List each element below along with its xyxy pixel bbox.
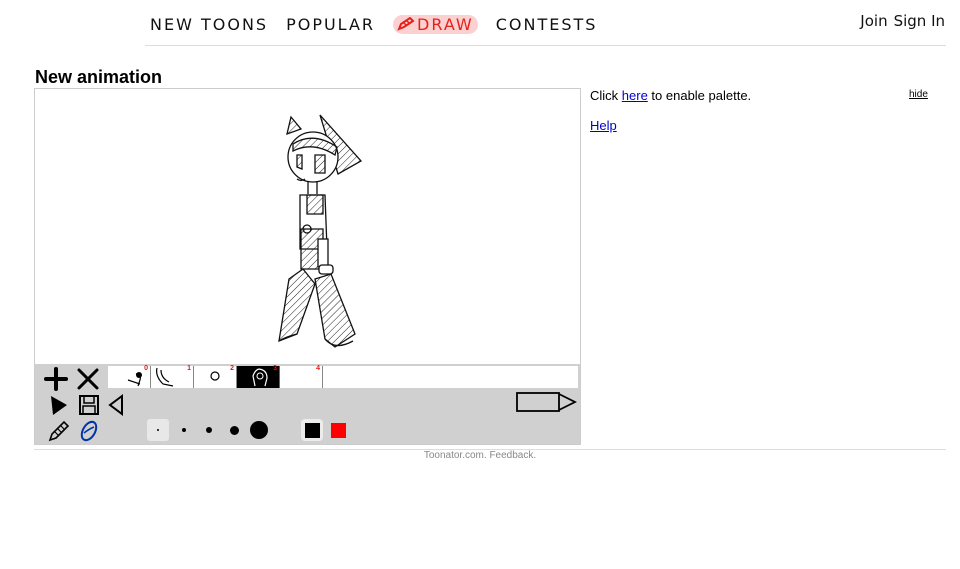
footer: Toonator.com. Feedback. (0, 450, 960, 461)
pencil-icon (48, 420, 70, 442)
brush-size-3[interactable] (198, 419, 220, 441)
next-frame-icon (516, 392, 577, 412)
drawing-canvas[interactable] (35, 89, 580, 364)
frame-number: 2 (230, 365, 234, 372)
save-button[interactable] (77, 394, 101, 416)
brush-size-5[interactable] (248, 419, 270, 441)
palette-hint-prefix: Click (590, 88, 622, 103)
nav-popular[interactable]: Popular (286, 15, 375, 34)
pencil-icon (397, 17, 415, 31)
animation-editor: 0 1 2 3 4 (34, 88, 581, 445)
hide-link[interactable]: hide (909, 89, 928, 100)
frame-strip: 0 1 2 3 4 (108, 365, 578, 388)
nav-contests[interactable]: Contests (496, 15, 598, 34)
frame-number: 4 (316, 365, 320, 372)
brush-size-1[interactable] (147, 419, 169, 441)
help-link[interactable]: Help (590, 118, 617, 133)
character-drawing (278, 114, 363, 348)
brush-size-2[interactable] (173, 419, 195, 441)
x-icon (77, 368, 99, 390)
join-link[interactable]: Join (860, 12, 887, 30)
header-divider (145, 45, 946, 46)
side-panel: Click here to enable palette. Help (590, 88, 751, 148)
nav-draw[interactable]: Draw (393, 14, 478, 34)
add-frame-button[interactable] (43, 366, 69, 392)
floppy-icon (79, 395, 99, 415)
page-title: New animation (35, 67, 163, 87)
nav-draw-label: Draw (417, 14, 474, 34)
auth-links: Join Sign In (860, 12, 945, 30)
frame-thumb-active[interactable]: 3 (237, 365, 280, 388)
top-nav: New toons Popular Draw Contests (150, 10, 597, 38)
site-link[interactable]: Toonator.com. (424, 450, 487, 461)
frame-number: 1 (187, 365, 191, 372)
next-frame-button[interactable] (515, 390, 577, 414)
eraser-icon (80, 420, 98, 442)
color-black[interactable] (301, 419, 323, 441)
triangle-left-icon (108, 394, 123, 416)
play-button[interactable] (49, 394, 69, 416)
frame-thumb[interactable]: 0 (108, 365, 151, 388)
pencil-tool[interactable] (47, 419, 71, 443)
palette-hint-suffix: to enable palette. (647, 88, 752, 103)
previous-frame-button[interactable] (107, 394, 125, 416)
frame-thumb[interactable]: 4 (280, 365, 323, 388)
eraser-tool[interactable] (77, 419, 101, 443)
sign-in-link[interactable]: Sign In (894, 12, 945, 30)
palette-hint: Click here to enable palette. (590, 88, 751, 104)
feedback-link[interactable]: Feedback. (489, 450, 536, 461)
frame-number: 0 (144, 365, 148, 372)
frame-thumb[interactable]: 2 (194, 365, 237, 388)
frame-thumb[interactable]: 1 (151, 365, 194, 388)
brush-size-4[interactable] (223, 419, 245, 441)
plus-icon (44, 367, 68, 391)
color-red[interactable] (327, 419, 349, 441)
nav-new-toons[interactable]: New toons (150, 15, 268, 34)
frame-number: 3 (273, 365, 277, 372)
delete-frame-button[interactable] (75, 366, 101, 392)
enable-palette-link[interactable]: here (622, 88, 648, 103)
play-icon (51, 396, 67, 415)
editor-toolbar: 0 1 2 3 4 (35, 364, 580, 444)
